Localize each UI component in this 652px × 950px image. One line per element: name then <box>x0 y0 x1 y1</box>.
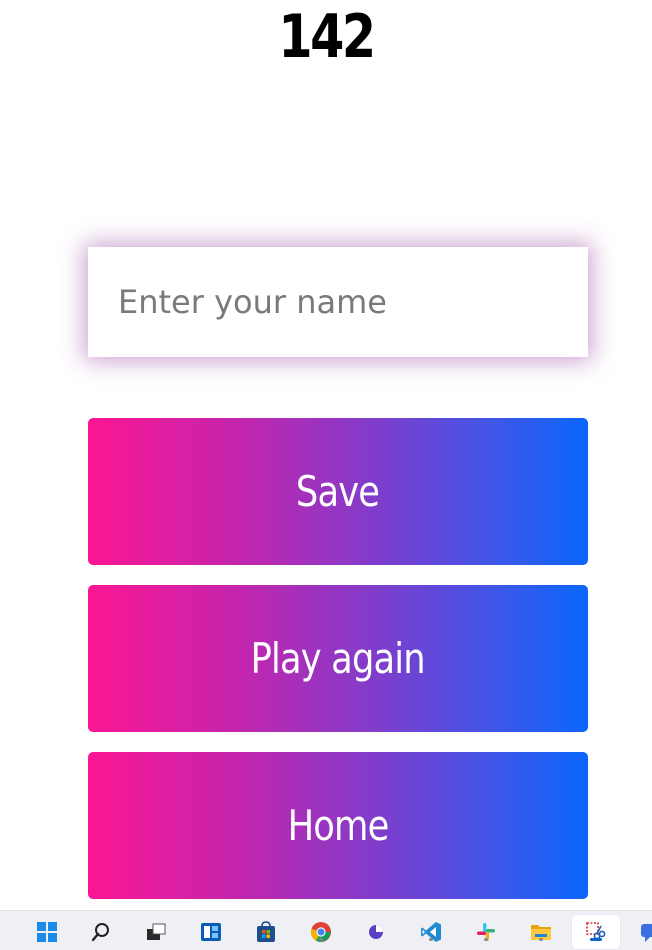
running-indicator <box>484 938 488 941</box>
file-explorer-icon[interactable] <box>530 921 552 943</box>
store-icon[interactable] <box>255 921 277 943</box>
task-view-icon[interactable] <box>145 921 167 943</box>
name-input[interactable] <box>88 247 588 357</box>
search-icon[interactable] <box>90 921 112 943</box>
home-button-label: Home <box>287 801 390 850</box>
running-indicator <box>429 938 433 941</box>
chrome-icon[interactable] <box>310 921 332 943</box>
save-button-label: Save <box>296 467 380 516</box>
name-input-container <box>88 247 588 357</box>
app-icon[interactable] <box>365 921 387 943</box>
home-button[interactable]: Home <box>88 752 588 899</box>
snipping-tool-icon[interactable] <box>585 921 607 943</box>
slack-icon[interactable] <box>475 921 497 943</box>
save-button[interactable]: Save <box>88 418 588 565</box>
play-again-button-label: Play again <box>250 634 426 683</box>
play-again-button[interactable]: Play again <box>88 585 588 732</box>
windows-start-icon[interactable] <box>36 921 58 943</box>
running-indicator <box>319 938 323 941</box>
running-indicator <box>539 938 543 941</box>
score-display: 142 <box>278 2 376 72</box>
taskbar <box>0 910 652 950</box>
chat-icon[interactable] <box>640 921 652 943</box>
widgets-icon[interactable] <box>200 921 222 943</box>
active-indicator <box>590 938 602 941</box>
vscode-icon[interactable] <box>420 921 442 943</box>
game-over-screen: 142 Save Play again Home <box>0 0 652 950</box>
